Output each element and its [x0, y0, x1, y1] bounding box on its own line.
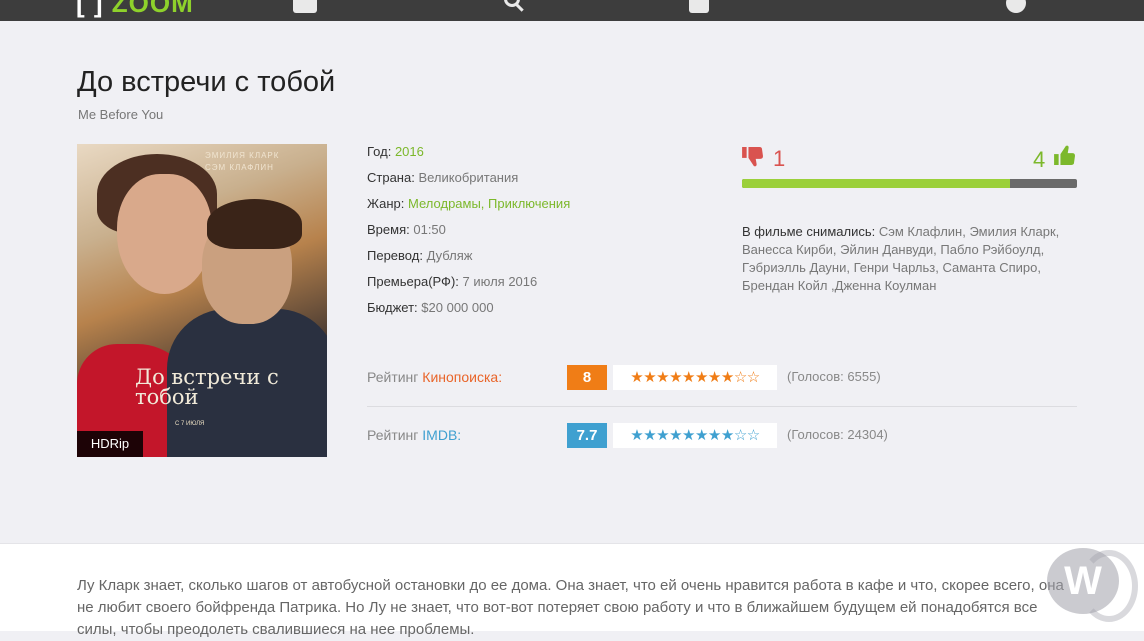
search-icon[interactable]: [504, 0, 520, 7]
quality-badge: HDRip: [77, 431, 143, 457]
info-value: $20 000 000: [421, 300, 494, 315]
poster-art: [117, 174, 212, 294]
rating-prefix: Рейтинг: [367, 369, 419, 385]
info-genre: Жанр: Мелодрамы, Приключения: [367, 196, 570, 222]
imdb-score: 7.7: [567, 423, 607, 448]
rating-imdb: Рейтинг IMDB: 7.7 ★★★★★★★★☆☆ (Голосов: 2…: [367, 423, 1077, 449]
info-label: Год:: [367, 144, 392, 159]
info-value: Дубляж: [426, 248, 473, 263]
vote-ratio-fill: [742, 179, 1010, 188]
rating-kinopoisk: Рейтинг Кинопоиска: 8 ★★★★★★★★☆☆ (Голосо…: [367, 365, 1077, 391]
thumbs-down-icon[interactable]: [742, 147, 764, 167]
imdb-votes: (Голосов: 24304): [787, 427, 888, 442]
poster-cast-text: ЭМИЛИЯ КЛАРК СЭМ КЛАФЛИН: [205, 151, 280, 172]
imdb-link[interactable]: IMDB: [422, 427, 457, 443]
info-year: Год: 2016: [367, 144, 570, 170]
rating-label: Рейтинг IMDB:: [367, 427, 461, 443]
cast-list: В фильме снимались: Сэм Клафлин, Эмилия …: [742, 223, 1082, 295]
info-label: Время:: [367, 222, 410, 237]
info-label: Жанр:: [367, 196, 405, 211]
kinopoisk-link[interactable]: Кинопоиска: [422, 369, 498, 385]
original-title: Me Before You: [78, 107, 164, 122]
imdb-stars: ★★★★★★★★☆☆: [613, 423, 777, 448]
info-country: Страна: Великобритания: [367, 170, 570, 196]
divider: [367, 406, 1077, 407]
movie-description: Лу Кларк знает, сколько шагов от автобус…: [77, 577, 1064, 638]
rating-label: Рейтинг Кинопоиска:: [367, 369, 502, 385]
dislike-count: 1: [773, 146, 786, 171]
info-label: Перевод:: [367, 248, 423, 263]
info-value: 01:50: [413, 222, 446, 237]
settings-icon[interactable]: [1006, 0, 1026, 13]
info-translation: Перевод: Дубляж: [367, 248, 570, 274]
site-logo[interactable]: [ ] ZOOM: [76, 0, 194, 19]
poster-release-text: С 7 ИЮЛЯ: [175, 421, 205, 427]
info-value: 7 июля 2016: [462, 274, 538, 289]
info-time: Время: 01:50: [367, 222, 570, 248]
poster-art: [207, 199, 302, 249]
year-link[interactable]: 2016: [395, 144, 424, 159]
genre-links[interactable]: Мелодрамы, Приключения: [408, 196, 570, 211]
poster-title-text: До встречи с тобой: [135, 365, 279, 409]
thumbs-up-icon[interactable]: [1054, 145, 1076, 165]
kinopoisk-stars: ★★★★★★★★☆☆: [613, 365, 777, 390]
top-navigation-bar: [ ] ZOOM: [0, 0, 1144, 21]
movie-poster[interactable]: ЭМИЛИЯ КЛАРК СЭМ КЛАФЛИН До встречи с то…: [77, 144, 327, 457]
info-label: Страна:: [367, 170, 415, 185]
rating-colon: :: [457, 427, 462, 443]
user-icon[interactable]: [689, 0, 709, 13]
cast-label: В фильме снимались:: [742, 224, 876, 239]
kinopoisk-votes: (Голосов: 6555): [787, 369, 881, 384]
info-label: Премьера(РФ):: [367, 274, 459, 289]
watermark-logo: W: [1047, 548, 1119, 614]
info-budget: Бюджет: $20 000 000: [367, 300, 570, 326]
logo-bracket: [ ]: [76, 0, 104, 18]
movie-info-list: Год: 2016 Страна: Великобритания Жанр: М…: [367, 144, 570, 326]
menu-icon[interactable]: [293, 0, 317, 13]
info-label: Бюджет:: [367, 300, 418, 315]
logo-text: ZOOM: [111, 0, 194, 18]
rating-prefix: Рейтинг: [367, 427, 419, 443]
page-title: До встречи с тобой: [77, 66, 336, 98]
like-count: 4: [1033, 147, 1046, 172]
vote-ratio-bar: [742, 179, 1077, 188]
info-premiere: Премьера(РФ): 7 июля 2016: [367, 274, 570, 300]
info-value: Великобритания: [418, 170, 519, 185]
kinopoisk-score: 8: [567, 365, 607, 390]
rating-colon: :: [498, 369, 503, 385]
